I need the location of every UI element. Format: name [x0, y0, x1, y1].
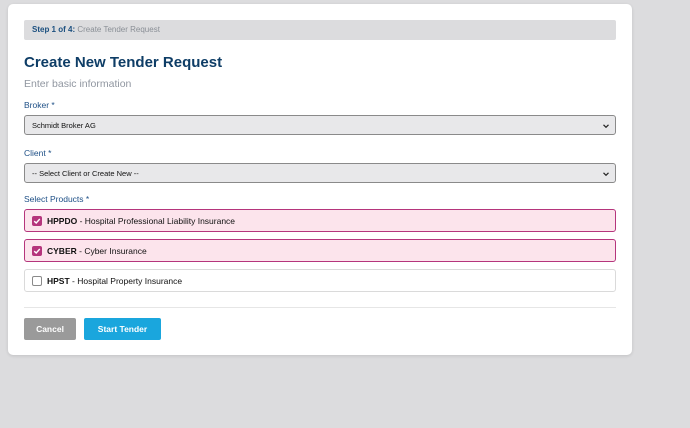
cancel-button[interactable]: Cancel	[24, 318, 76, 340]
checkbox-checked[interactable]	[32, 246, 42, 256]
chevron-down-icon	[603, 124, 609, 129]
product-name: - Hospital Professional Liability Insura…	[77, 216, 236, 226]
checkmark-icon	[33, 248, 41, 254]
products-label: Select Products *	[24, 194, 90, 204]
page-subtitle: Enter basic information	[24, 78, 132, 90]
product-text: HPPDO - Hospital Professional Liability …	[47, 210, 235, 233]
form-container: Step 1 of 4: Create Tender Request Creat…	[24, 20, 616, 292]
product-code: CYBER	[47, 246, 77, 256]
step-name: Create Tender Request	[77, 25, 160, 34]
broker-label: Broker *	[24, 100, 55, 110]
step-indicator: Step 1 of 4: Create Tender Request	[24, 20, 616, 40]
chevron-down-icon	[603, 172, 609, 177]
product-option-cyber[interactable]: CYBER - Cyber Insurance	[24, 239, 616, 262]
broker-select[interactable]: Schmidt Broker AG	[24, 115, 616, 135]
client-label: Client *	[24, 148, 52, 158]
product-text: HPST - Hospital Property Insurance	[47, 270, 182, 293]
checkmark-icon	[33, 218, 41, 224]
broker-selected-value: Schmidt Broker AG	[32, 121, 96, 130]
product-name: - Hospital Property Insurance	[69, 276, 183, 286]
start-tender-button[interactable]: Start Tender	[84, 318, 161, 340]
page-title: Create New Tender Request	[24, 54, 223, 71]
product-code: HPST	[47, 276, 70, 286]
product-option-hpst[interactable]: HPST - Hospital Property Insurance	[24, 269, 616, 292]
product-text: CYBER - Cyber Insurance	[47, 240, 147, 263]
checkbox-unchecked[interactable]	[32, 276, 42, 286]
client-select[interactable]: -- Select Client or Create New --	[24, 163, 616, 183]
divider	[24, 307, 616, 308]
checkbox-checked[interactable]	[32, 216, 42, 226]
product-code: HPPDO	[47, 216, 78, 226]
tender-card: Step 1 of 4: Create Tender Request Creat…	[8, 4, 632, 355]
step-number: Step 1 of 4:	[32, 25, 76, 34]
product-option-hppdo[interactable]: HPPDO - Hospital Professional Liability …	[24, 209, 616, 232]
client-selected-value: -- Select Client or Create New --	[32, 169, 139, 178]
product-name: - Cyber Insurance	[76, 246, 147, 256]
